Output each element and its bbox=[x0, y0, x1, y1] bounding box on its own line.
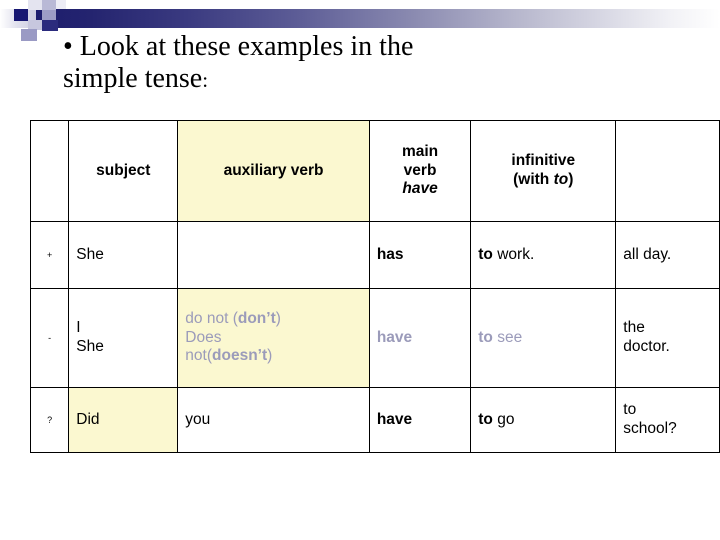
row2-subject: I She bbox=[68, 288, 179, 388]
header-infinitive-line1: infinitive bbox=[511, 152, 576, 170]
row2-aux-l3a: not( bbox=[185, 347, 213, 365]
row3-marker: ? bbox=[29, 387, 70, 453]
row3-infinitive-rest: go bbox=[492, 410, 515, 428]
grammar-table: subject auxiliary verb main verb have in… bbox=[29, 120, 720, 453]
header-main-verb: main verb have bbox=[368, 120, 472, 222]
ornament-square-navy-2 bbox=[42, 20, 58, 31]
row3-tail-line1: to bbox=[623, 401, 637, 419]
row3-infinitive-to: to bbox=[478, 410, 493, 428]
row3-auxiliary: you bbox=[177, 387, 370, 453]
table-row: - I She do not (don’t) Does not(doesn’t)… bbox=[29, 288, 720, 388]
header-main-verb-line2: verb bbox=[403, 161, 437, 179]
row2-aux-l2: Does bbox=[185, 328, 222, 346]
slide-title-text: • Look at these examples in the simple t… bbox=[63, 31, 414, 95]
header-infinitive-paren-open: (with bbox=[513, 171, 554, 188]
row1-marker: + bbox=[29, 221, 70, 289]
header-tail bbox=[615, 120, 720, 222]
row2-tail: the doctor. bbox=[615, 288, 720, 388]
row3-subject: Did bbox=[68, 387, 179, 453]
row2-subject-line2: She bbox=[76, 338, 104, 355]
row1-subject: She bbox=[68, 221, 179, 289]
header-main-verb-line1: main bbox=[401, 142, 439, 160]
row1-infinitive-rest: work. bbox=[492, 245, 535, 263]
row2-main-verb: have bbox=[368, 288, 472, 388]
row2-aux-l1a: do not ( bbox=[185, 309, 238, 327]
row2-marker: - bbox=[29, 288, 70, 388]
row2-aux-l3c: ) bbox=[267, 347, 273, 365]
table-row: ? Did you have to go to school? bbox=[29, 387, 720, 453]
row1-tail: all day. bbox=[615, 221, 720, 289]
slide-title: • Look at these examples in the simple t… bbox=[63, 31, 683, 95]
row2-subject-line1: I bbox=[76, 319, 81, 337]
header-main-verb-have: have bbox=[402, 180, 438, 198]
row2-aux-l1c: ) bbox=[275, 309, 281, 327]
row2-infinitive-rest: see bbox=[492, 328, 523, 346]
header-infinitive: infinitive (with to) bbox=[470, 120, 617, 222]
header-infinitive-paren-close: ) bbox=[568, 171, 574, 188]
header-auxiliary-verb: auxiliary verb bbox=[177, 120, 370, 222]
row2-auxiliary: do not (don’t) Does not(doesn’t) bbox=[177, 288, 370, 388]
row3-main-verb: have bbox=[368, 387, 472, 453]
row2-infinitive-to: to bbox=[478, 328, 493, 346]
row2-aux-dont: don’t bbox=[237, 309, 276, 327]
row2-aux-doesnt: doesn’t bbox=[212, 347, 268, 365]
row3-tail-line2: school? bbox=[623, 420, 677, 437]
row1-main-verb: has bbox=[368, 221, 472, 289]
row2-tail-line2: doctor. bbox=[623, 338, 670, 355]
ornament-square-4 bbox=[42, 10, 56, 20]
header-infinitive-to: to bbox=[553, 171, 569, 188]
grammar-table-container: subject auxiliary verb main verb have in… bbox=[29, 120, 720, 453]
row1-infinitive: to work. bbox=[470, 221, 617, 289]
table-row: + She has to work. all day. bbox=[29, 221, 720, 289]
header-marker bbox=[29, 120, 70, 222]
ornament-square-navy-1 bbox=[14, 9, 28, 21]
row1-auxiliary bbox=[177, 221, 370, 289]
ornament-square-6 bbox=[21, 29, 37, 41]
table-header-row: subject auxiliary verb main verb have in… bbox=[29, 120, 720, 222]
ornament-square-1 bbox=[28, 0, 42, 10]
slide-title-colon: : bbox=[202, 68, 209, 93]
ornament-gradient-bar bbox=[36, 9, 720, 28]
row3-tail: to school? bbox=[615, 387, 720, 453]
ornament-square-3 bbox=[56, 0, 66, 9]
row2-tail-line1: the bbox=[623, 319, 645, 337]
row1-infinitive-to: to bbox=[478, 245, 493, 263]
ornament-square-2 bbox=[42, 0, 56, 10]
row2-infinitive: to see bbox=[470, 288, 617, 388]
header-subject: subject bbox=[68, 120, 179, 222]
row3-infinitive: to go bbox=[470, 387, 617, 453]
